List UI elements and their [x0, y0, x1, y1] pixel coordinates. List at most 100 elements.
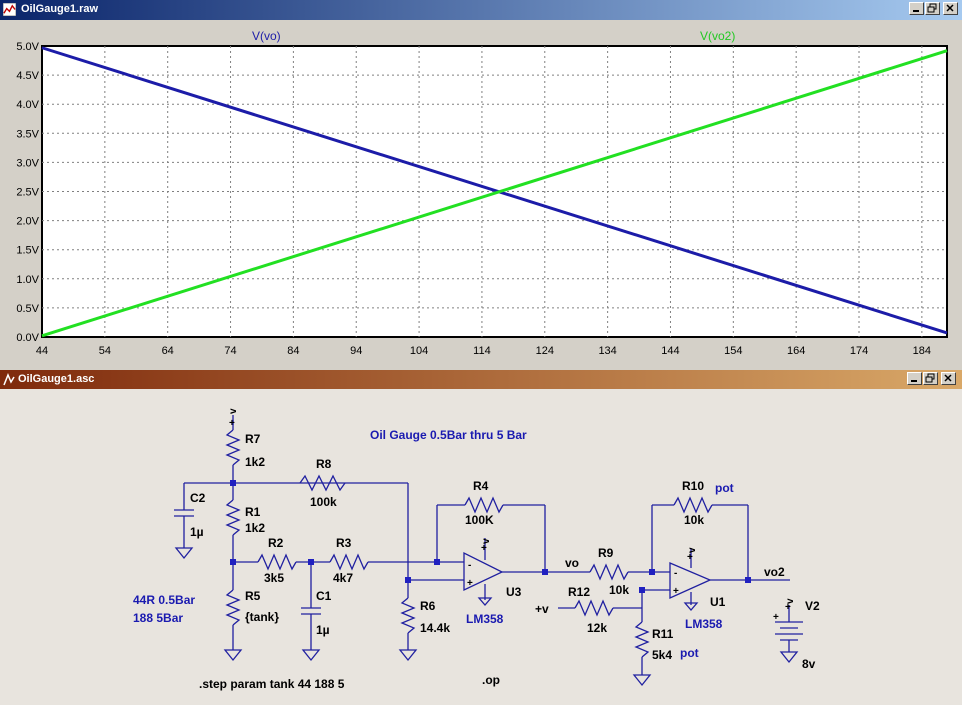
close-icon — [946, 4, 954, 12]
net-vo2: vo2 — [764, 565, 785, 579]
svg-text:+: + — [785, 602, 791, 613]
minimize-button[interactable] — [909, 2, 924, 15]
y-tick-label: 2.0V — [16, 216, 39, 228]
label-r7: R7 — [245, 432, 261, 446]
label-r5: R5 — [245, 589, 261, 603]
x-tick-label: 104 — [410, 345, 428, 357]
restore-button[interactable] — [925, 2, 940, 15]
value-r9: 10k — [609, 583, 629, 597]
svg-text:-: - — [468, 560, 471, 571]
svg-text:+: + — [467, 578, 473, 589]
net-plusv: +v — [535, 602, 549, 616]
svg-text:+: + — [687, 552, 693, 563]
schematic-titlebar[interactable]: OilGauge1.asc — [0, 370, 962, 389]
svg-text:+: + — [229, 418, 235, 429]
label-r4: R4 — [473, 479, 489, 493]
y-tick-label: 0.5V — [16, 303, 39, 315]
waveform-plot[interactable]: 0.0V 0.5V 1.0V 1.5V 2.0V 2.5V 3.0V 3.5V 4.0V 4.5V… — [0, 20, 962, 370]
y-tick-label: 0.0V — [16, 332, 39, 344]
waveform-titlebar[interactable]: OilGauge1.raw — [0, 0, 962, 20]
x-tick-label: 134 — [598, 345, 616, 357]
note-r11: pot — [680, 646, 699, 660]
label-r10: R10 — [682, 479, 704, 493]
x-tick-label: 164 — [787, 345, 805, 357]
value-c2: 1µ — [190, 525, 204, 539]
y-tick-label: 4.0V — [16, 99, 39, 111]
y-tick-label: 1.0V — [16, 274, 39, 286]
supply-top-v: v — [228, 408, 239, 414]
value-c1: 1µ — [316, 623, 330, 637]
y-tick-label: 5.0V — [16, 41, 39, 53]
value-r12: 12k — [587, 621, 607, 635]
value-r7: 1k2 — [245, 455, 265, 469]
label-c1: C1 — [316, 589, 332, 603]
value-r5: {tank} — [245, 610, 279, 624]
label-r12: R12 — [568, 585, 590, 599]
x-tick-label: 64 — [162, 345, 174, 357]
label-r2: R2 — [268, 536, 284, 550]
x-tick-label: 174 — [850, 345, 868, 357]
y-tick-label: 1.5V — [16, 245, 39, 257]
x-tick-label: 114 — [473, 345, 491, 357]
schematic-close-button[interactable] — [941, 372, 956, 385]
minimize-icon — [913, 10, 919, 12]
x-tick-label: 44 — [36, 345, 48, 357]
schematic-heading: Oil Gauge 0.5Bar thru 5 Bar — [370, 428, 527, 442]
note-left-2: 188 5Bar — [133, 611, 183, 625]
y-tick-label: 3.5V — [16, 128, 39, 140]
value-r8: 100k — [310, 495, 337, 509]
waveform-file-icon — [3, 3, 16, 16]
note-left-1: 44R 0.5Bar — [133, 593, 195, 607]
label-r9: R9 — [598, 546, 614, 560]
trace-label-vo[interactable]: V(vo) — [252, 29, 281, 43]
value-r10: 10k — [684, 513, 704, 527]
y-tick-label: 3.0V — [16, 157, 39, 169]
op-directive: .op — [482, 673, 500, 687]
minimize-icon — [911, 380, 917, 382]
label-u1: U1 — [710, 595, 726, 609]
label-r3: R3 — [336, 536, 352, 550]
label-c2: C2 — [190, 491, 206, 505]
value-r3: 4k7 — [333, 571, 353, 585]
y-tick-label: 2.5V — [16, 187, 39, 199]
label-v2: V2 — [805, 599, 820, 613]
schematic-title: OilGauge1.asc — [18, 373, 95, 385]
label-r8: R8 — [316, 457, 332, 471]
close-button[interactable] — [943, 2, 958, 15]
note-r10: pot — [715, 481, 734, 495]
value-r1: 1k2 — [245, 521, 265, 535]
value-v2: 8v — [802, 657, 816, 671]
waveform-window: OilGauge1.raw 0.0V 0.5V 1.0V 1.5V 2.0V 2.5V 3.… — [0, 0, 962, 370]
value-u1: LM358 — [685, 617, 723, 631]
x-tick-label: 84 — [287, 345, 299, 357]
value-r2: 3k5 — [264, 571, 284, 585]
net-vo: vo — [565, 556, 579, 570]
x-axis-ticks: 44 54 64 74 84 94 104 114 124 134 144 154 164 174 184 — [36, 345, 931, 357]
schematic-restore-button[interactable] — [923, 372, 938, 385]
trace-label-vo2[interactable]: V(vo2) — [700, 29, 735, 43]
x-tick-label: 74 — [224, 345, 236, 357]
label-r11: R11 — [652, 627, 674, 641]
label-r1: R1 — [245, 505, 261, 519]
schematic-window: OilGauge1.asc Oil Gauge 0.5Bar thru 5 Ba… — [0, 370, 962, 705]
value-r11: 5k4 — [652, 648, 672, 662]
value-r6: 14.4k — [420, 621, 450, 635]
restore-icon — [927, 3, 937, 13]
svg-text:+: + — [673, 586, 679, 597]
x-tick-label: 124 — [536, 345, 554, 357]
schematic-minimize-button[interactable] — [907, 372, 922, 385]
svg-text:+: + — [773, 612, 779, 623]
label-u3: U3 — [506, 585, 522, 599]
x-tick-label: 144 — [661, 345, 679, 357]
x-tick-label: 54 — [99, 345, 111, 357]
x-tick-label: 154 — [724, 345, 742, 357]
restore-icon — [925, 373, 935, 383]
value-r4: 100K — [465, 513, 494, 527]
x-tick-label: 184 — [913, 345, 931, 357]
close-icon — [944, 374, 952, 382]
label-r6: R6 — [420, 599, 436, 613]
y-tick-label: 4.5V — [16, 70, 39, 82]
schematic-canvas[interactable]: Oil Gauge 0.5Bar thru 5 Bar R7 1k2 R8 10… — [0, 389, 962, 705]
svg-text:-: - — [674, 568, 677, 579]
svg-text:+: + — [481, 543, 487, 554]
